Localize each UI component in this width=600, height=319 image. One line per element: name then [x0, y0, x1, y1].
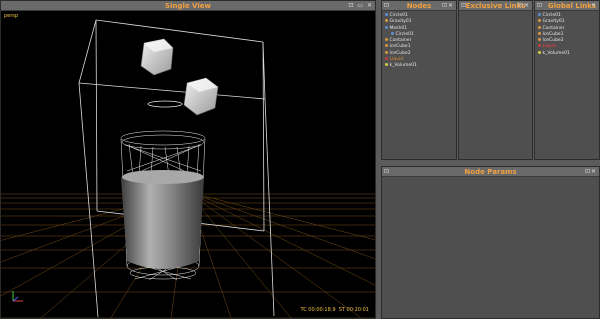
ice-cube-1[interactable]	[140, 38, 174, 76]
close-icon[interactable]: ✕	[367, 2, 373, 9]
window-controls: ⊡✕	[585, 167, 597, 177]
window-controls: ✕	[591, 1, 597, 11]
node-params-area[interactable]	[382, 177, 599, 318]
camera-label: persp	[4, 13, 19, 19]
nodes-list-area: Circle01 Gravity01 Mesh01 Circle01 Container…	[382, 11, 456, 159]
list-item-label: Liquid	[389, 57, 404, 63]
node-dot-icon	[538, 19, 541, 23]
global-links-area: Circle01 Gravity01 Container IceCube1 IceCub…	[535, 11, 599, 159]
maximize-icon[interactable]: ▭	[357, 2, 364, 9]
list-item-label: IceCube1	[542, 31, 564, 37]
global-links-list: Circle01 Gravity01 Container IceCube1 IceCub…	[538, 13, 570, 57]
node-dot-icon	[538, 13, 541, 16]
list-item-label: Circle01	[389, 13, 408, 18]
exclusive-links-titlebar[interactable]: ⊡ Exclusive Links ⊡✕	[459, 1, 532, 11]
list-item-label: Container	[389, 38, 412, 44]
nodes-panel: ⊡ Nodes ⊡✕ Circle01 Gravity01 Mesh01 Circle…	[381, 0, 457, 160]
panel-menu-icon[interactable]: ⊡	[537, 1, 542, 11]
list-item[interactable]: k_Volume01	[538, 50, 570, 57]
node-dot-icon	[538, 38, 541, 42]
list-item-label: Liquid	[542, 44, 557, 50]
liquid-mesh[interactable]	[121, 170, 204, 269]
window-controls: ⊡✕	[518, 1, 530, 11]
node-dot-icon	[385, 19, 388, 23]
viewport-canvas[interactable]: persp TC 00:00:18.9 ST 00:20:01	[1, 11, 375, 318]
list-item-label: Gravity01	[389, 19, 412, 25]
global-links-titlebar[interactable]: ⊡ Global Links ✕	[535, 1, 599, 11]
node-dot-icon	[385, 38, 388, 42]
bounding-box	[78, 19, 275, 318]
node-dot-icon	[385, 44, 388, 48]
node-dot-icon	[538, 25, 541, 29]
axis-gizmo	[12, 291, 23, 302]
timecode-readout: TC 00:00:18.9 ST 00:20:01	[300, 307, 369, 313]
list-item-label: Gravity01	[542, 19, 565, 25]
window-controls: ⊡ ▭ ✕	[348, 1, 373, 11]
list-item-label: k_Volume01	[389, 63, 417, 69]
list-item-label: IceCube2	[389, 50, 411, 56]
close-icon[interactable]: ✕	[591, 2, 597, 9]
single-view-titlebar[interactable]: Single View ⊡ ▭ ✕	[1, 1, 375, 11]
emitter-circle[interactable]	[147, 100, 183, 108]
single-view-panel: Single View ⊡ ▭ ✕ persp TC 00:00:18.9 ST…	[0, 0, 376, 319]
nodes-titlebar[interactable]: ⊡ Nodes ⊡✕	[382, 1, 456, 11]
global-links-panel: ⊡ Global Links ✕ Circle01 Gravity01 Contai…	[534, 0, 600, 160]
list-item-label: k_Volume01	[542, 50, 570, 56]
list-item-label: IceCube1	[389, 44, 411, 50]
node-dot-icon	[538, 44, 541, 48]
node-params-panel: ⊡ Node Params ⊡✕	[381, 166, 600, 319]
close-icon[interactable]: ✕	[448, 2, 454, 9]
exclusive-links-area[interactable]	[459, 11, 532, 159]
node-dot-icon	[385, 63, 388, 67]
list-item-label: Circle01	[395, 31, 414, 37]
list-item-label: Circle01	[542, 13, 561, 18]
node-dot-icon	[385, 50, 388, 54]
node-params-title: Node Params	[464, 168, 517, 176]
window-controls: ⊡✕	[442, 1, 454, 11]
node-params-titlebar[interactable]: ⊡ Node Params ⊡✕	[382, 167, 599, 177]
list-item[interactable]: k_Volume01	[385, 63, 417, 69]
exclusive-links-panel: ⊡ Exclusive Links ⊡✕	[458, 0, 533, 160]
node-dot-icon	[385, 25, 388, 29]
node-dot-icon	[391, 31, 394, 35]
list-item-label: Container	[542, 25, 565, 31]
float-icon[interactable]: ⊡	[348, 2, 354, 9]
list-item-label: Mesh01	[389, 25, 408, 31]
ice-cube-2[interactable]	[183, 77, 219, 116]
nodes-list: Circle01 Gravity01 Mesh01 Circle01 Container…	[385, 13, 417, 70]
single-view-title: Single View	[165, 2, 211, 10]
node-dot-icon	[385, 13, 388, 16]
list-item-label: IceCube2	[542, 38, 564, 44]
close-icon[interactable]: ✕	[591, 168, 597, 175]
node-dot-icon	[538, 50, 541, 54]
node-dot-icon	[385, 57, 388, 61]
close-icon[interactable]: ✕	[524, 2, 530, 9]
node-dot-icon	[538, 31, 541, 35]
